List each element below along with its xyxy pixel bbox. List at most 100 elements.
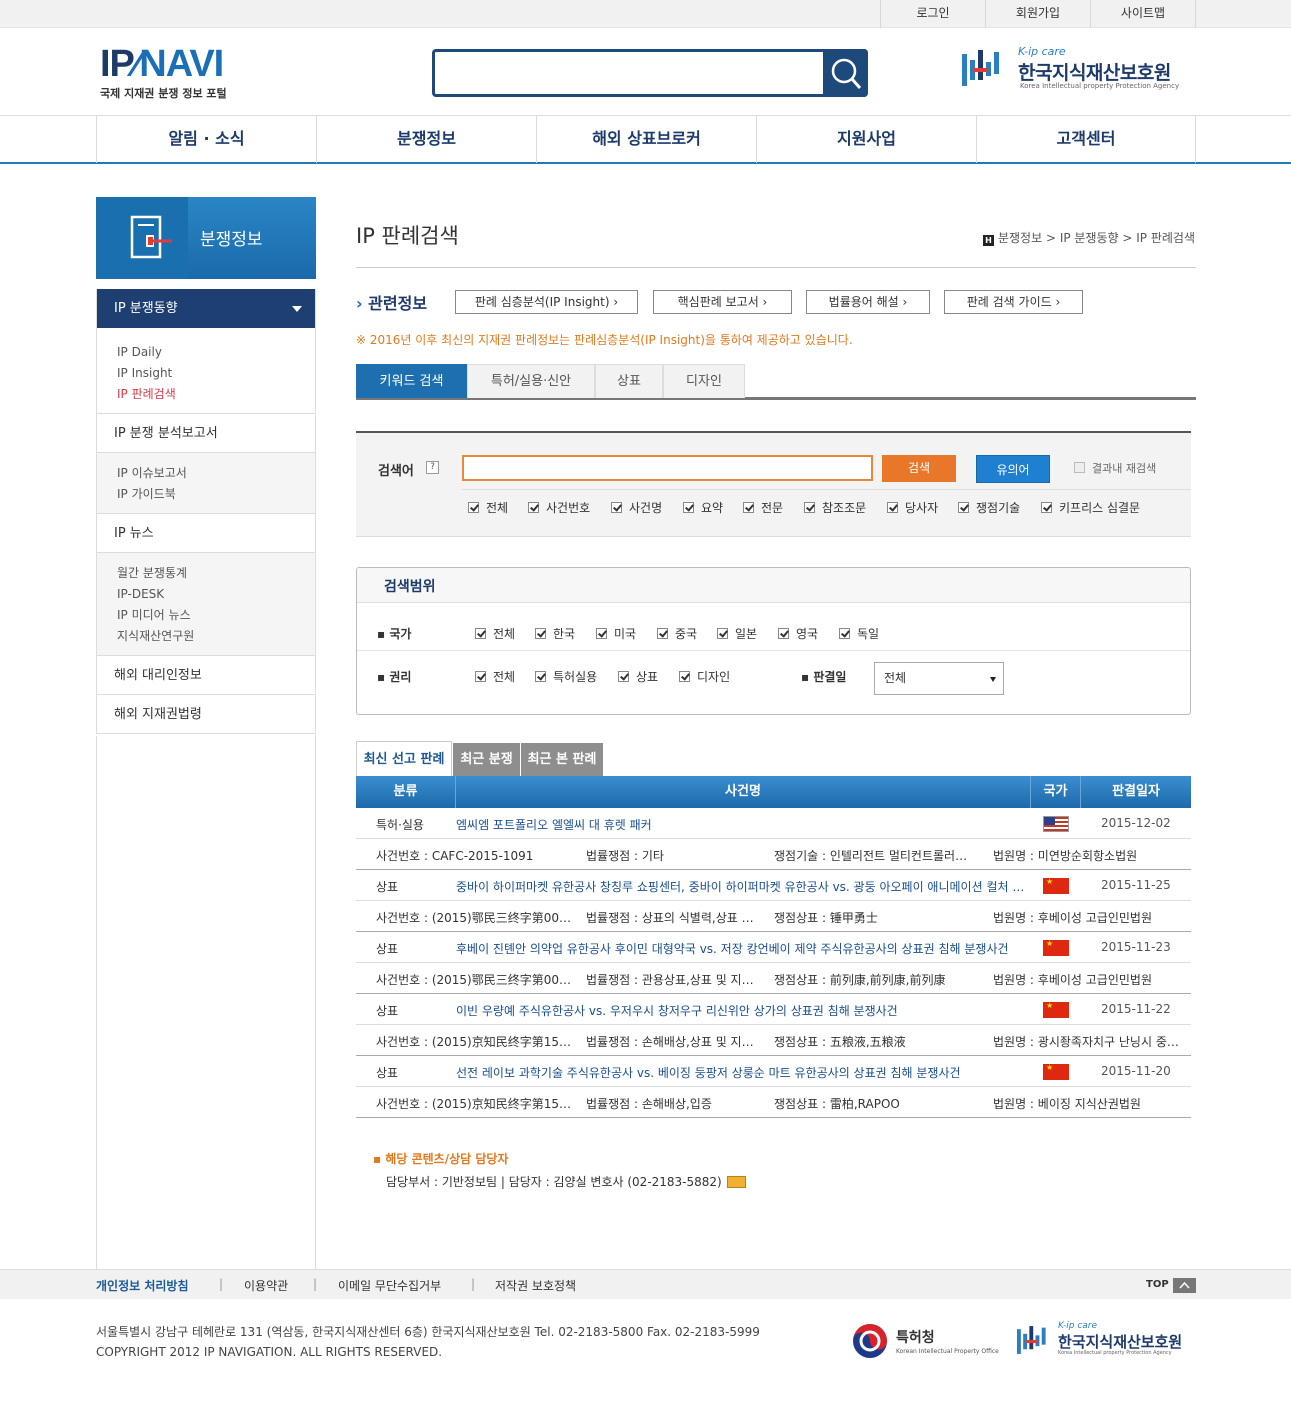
- global-search-input[interactable]: [441, 58, 817, 88]
- lnb-ip-dispute-trend[interactable]: IP 분쟁동향: [97, 289, 316, 328]
- privacy-policy-link[interactable]: 개인정보 처리방침: [96, 1277, 189, 1294]
- country-uk[interactable]: 영국: [778, 625, 818, 642]
- top-utility-bar: 로그인 회원가입 사이트맵: [0, 0, 1291, 28]
- keyword-search-form: 검색어 ? 검색 유의어 결과내 재검색 전체 사건번호 사건명 요약 전문 참…: [356, 431, 1191, 537]
- right-all[interactable]: 전체: [475, 668, 515, 685]
- row-case-title[interactable]: 선전 레이보 과학기술 주식유한공사 vs. 베이징 둥팡저 상룽순 마트 유한…: [456, 1064, 1028, 1081]
- field-all[interactable]: 전체: [468, 499, 508, 516]
- field-party[interactable]: 당사자: [887, 499, 938, 516]
- gnb-dispute-info[interactable]: 분쟁정보: [316, 116, 536, 163]
- tab-recently-viewed[interactable]: 최근 본 판례: [521, 743, 603, 776]
- row-legal-issue: 법률쟁점 : 손해배상,상표 및 지정…: [586, 1035, 761, 1049]
- row-case-number: 사건번호 : CAFC-2015-1091: [376, 849, 534, 863]
- lnb-agent-info[interactable]: 해외 대리인정보: [97, 656, 316, 695]
- lnb-ip-news[interactable]: IP 뉴스: [97, 514, 316, 553]
- lnb-monthly-stats[interactable]: 월간 분쟁통계: [117, 563, 316, 584]
- home-icon[interactable]: H: [982, 235, 994, 246]
- gnb-customer-center[interactable]: 고객센터: [976, 116, 1196, 163]
- ip-navi-logo[interactable]: IP∕NAVI 국제 지재권 분쟁 정보 포털: [100, 44, 227, 101]
- row-case-title[interactable]: 엠씨엠 포트폴리오 엘엘씨 대 휴렛 패커: [456, 816, 1028, 833]
- date-select[interactable]: 전체: [874, 662, 1004, 695]
- tab-recent-disputes[interactable]: 최근 분쟁: [453, 743, 520, 776]
- field-case-no[interactable]: 사건번호: [528, 499, 590, 516]
- lnb-ip-case-search[interactable]: IP 판례검색: [117, 384, 316, 405]
- related-key-report-button[interactable]: 핵심판례 보고서 ›: [653, 290, 792, 314]
- lnb-guidebook[interactable]: IP 가이드북: [117, 484, 316, 505]
- tab-patent[interactable]: 특허/실용·신안: [467, 364, 595, 398]
- field-reference[interactable]: 참조조문: [804, 499, 866, 516]
- search-button[interactable]: 검색: [882, 455, 956, 482]
- field-summary[interactable]: 요약: [683, 499, 723, 516]
- row-issue-tech: 쟁점기술 : 인텔리전트 멀티컨트롤러…: [774, 849, 968, 863]
- row-case-title[interactable]: 이빈 우량예 주식유한공사 vs. 우저우시 창저우구 리신위안 상가의 상표권…: [456, 1002, 1028, 1019]
- table-row[interactable]: 상표 후베이 진톈안 의약업 유한공사 후이민 대형약국 vs. 저장 캉언베이 …: [356, 932, 1191, 963]
- field-kipris[interactable]: 키프리스 심결문: [1041, 499, 1140, 516]
- country-japan[interactable]: 일본: [717, 625, 757, 642]
- join-link[interactable]: 회원가입: [985, 0, 1090, 28]
- lnb-overseas-law[interactable]: 해외 지재권법령: [97, 695, 316, 734]
- lnb-ip-daily[interactable]: IP Daily: [117, 342, 316, 363]
- chevron-down-icon: [292, 306, 302, 312]
- lnb-ip-insight[interactable]: IP Insight: [117, 363, 316, 384]
- lnb-ip-desk[interactable]: IP-DESK: [117, 584, 316, 605]
- gnb-trademark-broker[interactable]: 해외 상표브로커: [536, 116, 756, 163]
- related-glossary-button[interactable]: 법률용어 해설 ›: [806, 290, 930, 314]
- search-scope: 검색범위 ▪ 국가 전체 한국 미국 중국 일본 영국 독일 ▪ 권리 전체 특…: [356, 567, 1191, 715]
- tab-latest-cases[interactable]: 최신 선고 판례: [356, 741, 452, 777]
- sitemap-link[interactable]: 사이트맵: [1090, 0, 1196, 28]
- row-case-title[interactable]: 중바이 하이퍼마켓 유한공사 창칭루 쇼핑센터, 중바이 하이퍼마켓 유한공사 …: [456, 878, 1028, 895]
- kipa-eng: Korea Intellectual property Protection A…: [1020, 82, 1180, 90]
- scroll-top-button[interactable]: [1173, 1278, 1196, 1293]
- lnb-media-news[interactable]: IP 미디어 뉴스: [117, 605, 316, 626]
- lnb-research-institute[interactable]: 지식재산연구원: [117, 626, 316, 647]
- kipo-name: 특허청: [896, 1330, 935, 1346]
- field-fulltext[interactable]: 전문: [743, 499, 783, 516]
- right-trademark[interactable]: 상표: [618, 668, 658, 685]
- tab-keyword[interactable]: 키워드 검색: [356, 364, 467, 398]
- table-row[interactable]: 상표 중바이 하이퍼마켓 유한공사 창칭루 쇼핑센터, 중바이 하이퍼마켓 유한공…: [356, 870, 1191, 901]
- lnb-group-2: IP 이슈보고서 IP 가이드북: [97, 453, 316, 514]
- country-china[interactable]: 중국: [657, 625, 697, 642]
- tab-trademark[interactable]: 상표: [595, 364, 663, 398]
- table-row[interactable]: 상표 선전 레이보 과학기술 주식유한공사 vs. 베이징 둥팡저 상룽순 마트 …: [356, 1056, 1191, 1087]
- related-guide-button[interactable]: 판례 검색 가이드 ›: [944, 290, 1083, 314]
- row-date: 2015-11-22: [1101, 1002, 1171, 1016]
- synonym-button[interactable]: 유의어: [976, 455, 1050, 483]
- field-tech[interactable]: 쟁점기술: [958, 499, 1020, 516]
- research-checkbox[interactable]: [1074, 462, 1085, 473]
- table-row[interactable]: 상표 이빈 우량예 주식유한공사 vs. 우저우시 창저우구 리신위안 상가의 상…: [356, 994, 1191, 1025]
- global-search-button[interactable]: [823, 49, 868, 97]
- row-court: 법원명 : 광시좡족자치구 난닝시 중급…: [993, 1035, 1189, 1049]
- kipa-name: 한국지식재산보호원: [1058, 1333, 1183, 1351]
- login-link[interactable]: 로그인: [880, 0, 985, 28]
- research-option[interactable]: 결과내 재검색: [1074, 460, 1156, 476]
- copyright-policy-link[interactable]: 저작권 보호정책: [495, 1277, 576, 1294]
- right-patent[interactable]: 특허실용: [535, 668, 597, 685]
- gnb-support[interactable]: 지원사업: [756, 116, 976, 163]
- china-flag-icon: [1043, 1063, 1069, 1080]
- related-insight-button[interactable]: 판례 심층분석(IP Insight) ›: [455, 290, 638, 314]
- row-case-title[interactable]: 후베이 진톈안 의약업 유한공사 후이민 대형약국 vs. 저장 캉언베이 제약…: [456, 940, 1028, 957]
- gnb-notice[interactable]: 알림 · 소식: [96, 116, 316, 163]
- mail-icon[interactable]: [726, 1176, 746, 1188]
- keyword-input[interactable]: [462, 455, 873, 481]
- table-row[interactable]: 특허·실용 엠씨엠 포트폴리오 엘엘씨 대 휴렛 패커 2015-12-02: [356, 808, 1191, 839]
- top-label[interactable]: TOP: [1146, 1279, 1169, 1290]
- keyword-label: 검색어: [378, 464, 414, 479]
- country-usa[interactable]: 미국: [596, 625, 636, 642]
- lnb-dispute-report[interactable]: IP 분쟁 분석보고서: [97, 414, 316, 453]
- country-all[interactable]: 전체: [475, 625, 515, 642]
- row-court: 법원명 : 미연방순회항소법원: [993, 849, 1138, 863]
- field-case-name[interactable]: 사건명: [611, 499, 662, 516]
- terms-link[interactable]: 이용약관: [244, 1277, 288, 1294]
- lnb-issue-report[interactable]: IP 이슈보고서: [117, 463, 316, 484]
- country-korea[interactable]: 한국: [535, 625, 575, 642]
- col-country: 국가: [1031, 776, 1081, 808]
- right-design[interactable]: 디자인: [679, 668, 730, 685]
- kipa-logo-icon: [1017, 1326, 1046, 1354]
- tab-design[interactable]: 디자인: [663, 364, 745, 398]
- global-search: [432, 49, 868, 97]
- country-germany[interactable]: 독일: [839, 625, 879, 642]
- help-icon[interactable]: ?: [426, 461, 439, 474]
- email-refusal-link[interactable]: 이메일 무단수집거부: [338, 1277, 441, 1294]
